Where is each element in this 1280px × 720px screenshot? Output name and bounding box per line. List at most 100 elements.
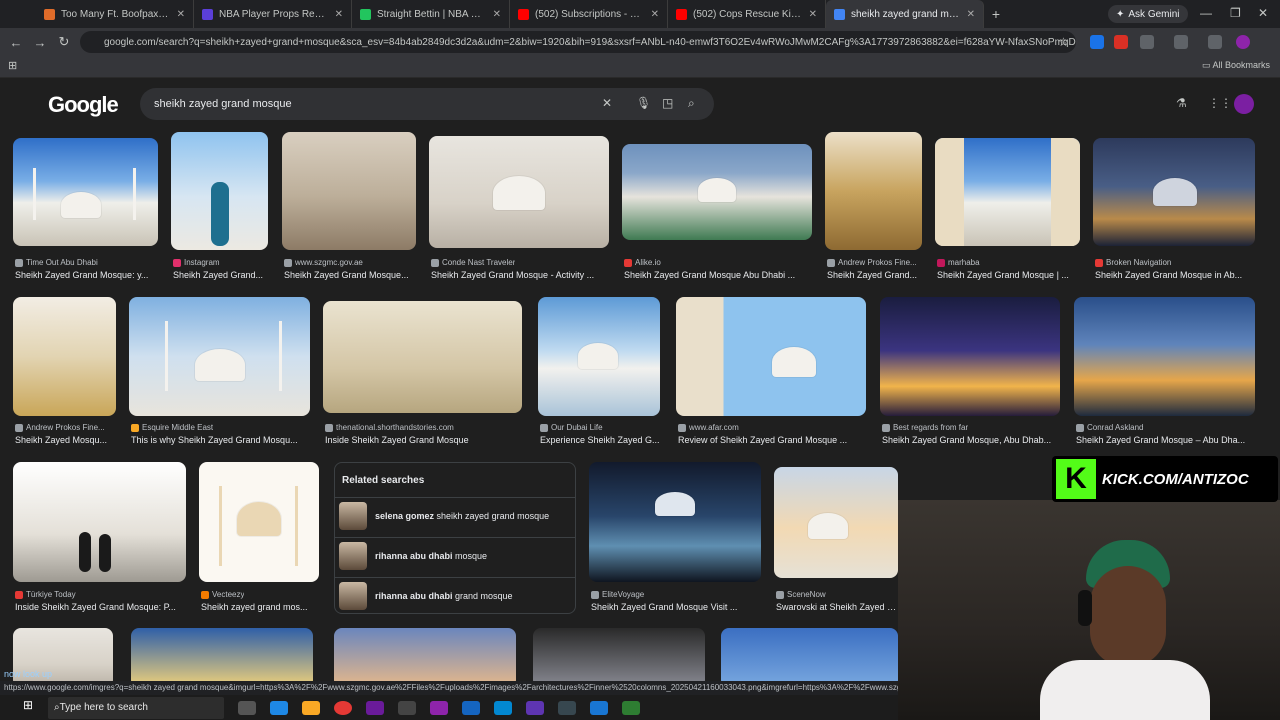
google-logo[interactable]: Google: [48, 92, 119, 118]
close-icon[interactable]: ✕: [177, 9, 185, 20]
image-result[interactable]: Alike.io Sheikh Zayed Grand Mosque Abu D…: [622, 144, 812, 284]
minimize-icon[interactable]: —: [1200, 6, 1212, 20]
close-window-icon[interactable]: ✕: [1258, 6, 1268, 20]
image-result[interactable]: Best regards from far Sheikh Zayed Grand…: [880, 297, 1060, 447]
result-thumbnail[interactable]: [676, 297, 866, 416]
result-caption[interactable]: This is why Sheikh Zayed Grand Mosqu...: [131, 435, 312, 445]
sidebar-icon[interactable]: [1174, 35, 1188, 49]
search-icon[interactable]: ⌕: [688, 96, 695, 111]
result-thumbnail[interactable]: [334, 628, 516, 688]
result-thumbnail[interactable]: [13, 462, 186, 582]
result-source[interactable]: www.afar.com: [678, 423, 739, 432]
result-thumbnail[interactable]: [13, 138, 158, 246]
result-caption[interactable]: Swarovski at Sheikh Zayed G...: [776, 602, 900, 612]
extension-icon[interactable]: [1090, 35, 1104, 49]
apps-icon[interactable]: ⊞: [8, 59, 17, 72]
result-thumbnail[interactable]: [622, 144, 812, 240]
result-thumbnail[interactable]: [533, 628, 705, 688]
result-caption[interactable]: Inside Sheikh Zayed Grand Mosque: [325, 435, 524, 445]
camera-icon[interactable]: ◳: [662, 96, 673, 110]
taskbar-search[interactable]: ⌕ Type here to search: [48, 696, 224, 719]
app-icon[interactable]: [494, 700, 512, 715]
clear-icon[interactable]: ✕: [602, 96, 612, 110]
image-result[interactable]: Türkiye Today Inside Sheikh Zayed Grand …: [13, 462, 186, 614]
result-thumbnail[interactable]: [935, 138, 1080, 246]
image-result[interactable]: SceneNow Swarovski at Sheikh Zayed G...: [774, 467, 900, 614]
download-icon[interactable]: [1208, 35, 1222, 49]
result-caption[interactable]: Sheikh Zayed Grand Mosque in Ab...: [1095, 270, 1257, 280]
result-source[interactable]: EliteVoyage: [591, 590, 644, 599]
app-icon[interactable]: [526, 700, 544, 715]
result-caption[interactable]: Sheikh Zayed Grand Mosque, Abu Dhab...: [882, 435, 1062, 445]
result-thumbnail[interactable]: [429, 136, 609, 248]
result-thumbnail[interactable]: [538, 297, 660, 416]
chrome-icon[interactable]: [334, 700, 352, 715]
windows-start-icon[interactable]: ⊞: [18, 698, 38, 718]
result-thumbnail[interactable]: [199, 462, 319, 582]
related-search-item[interactable]: selena gomez sheikh zayed grand mosque: [335, 497, 575, 533]
back-icon[interactable]: ←: [4, 35, 28, 50]
edge-icon[interactable]: [270, 700, 288, 715]
address-bar[interactable]: google.com/search?q=sheikh+zayed+grand+m…: [80, 31, 1076, 53]
result-thumbnail[interactable]: [129, 297, 310, 416]
result-source[interactable]: Time Out Abu Dhabi: [15, 258, 98, 267]
result-thumbnail[interactable]: [323, 301, 522, 413]
image-result[interactable]: Conrad Askland Sheikh Zayed Grand Mosque…: [1074, 297, 1255, 447]
result-source[interactable]: Esquire Middle East: [131, 423, 213, 432]
image-result[interactable]: www.szgmc.gov.ae Sheikh Zayed Grand Mosq…: [282, 132, 416, 284]
related-search-item[interactable]: rihanna abu dhabi mosque: [335, 537, 575, 573]
all-bookmarks[interactable]: ▭ All Bookmarks: [1202, 60, 1270, 71]
image-result[interactable]: Andrew Prokos Fine... Sheikh Zayed Mosqu…: [13, 297, 116, 447]
result-thumbnail[interactable]: [721, 628, 898, 688]
image-result[interactable]: Instagram Sheikh Zayed Grand...: [171, 132, 268, 284]
app-icon[interactable]: [366, 700, 384, 715]
microphone-icon[interactable]: 🎙: [636, 96, 651, 110]
result-source[interactable]: SceneNow: [776, 590, 826, 599]
search-input[interactable]: sheikh zayed grand mosque: [140, 88, 714, 120]
close-icon[interactable]: ✕: [967, 9, 975, 20]
result-thumbnail[interactable]: [825, 132, 922, 250]
result-caption[interactable]: Inside Sheikh Zayed Grand Mosque: P...: [15, 602, 188, 612]
result-source[interactable]: Our Dubai Life: [540, 423, 603, 432]
result-thumbnail[interactable]: [13, 297, 116, 416]
result-thumbnail[interactable]: [282, 132, 416, 250]
ask-gemini-button[interactable]: ✦ Ask Gemini: [1108, 5, 1188, 23]
image-result[interactable]: EliteVoyage Sheikh Zayed Grand Mosque Vi…: [589, 462, 761, 614]
result-caption[interactable]: Sheikh Zayed Grand Mosque | ...: [937, 270, 1082, 280]
image-result[interactable]: Conde Nast Traveler Sheikh Zayed Grand M…: [429, 136, 609, 284]
task-view-icon[interactable]: [238, 700, 256, 715]
result-caption[interactable]: Sheikh Zayed Grand Mosque Abu Dhabi ...: [624, 270, 814, 280]
result-source[interactable]: www.szgmc.gov.ae: [284, 258, 363, 267]
result-source[interactable]: marhaba: [937, 258, 980, 267]
close-icon[interactable]: ✕: [493, 9, 501, 20]
result-source[interactable]: Vecteezy: [201, 590, 244, 599]
browser-tab[interactable]: Too Many Ft. Boofpaxkmoo ✕: [36, 0, 194, 28]
result-thumbnail[interactable]: [1074, 297, 1255, 416]
result-caption[interactable]: Review of Sheikh Zayed Grand Mosque ...: [678, 435, 868, 445]
app-icon[interactable]: [622, 700, 640, 715]
result-caption[interactable]: Experience Sheikh Zayed G...: [540, 435, 662, 445]
related-search-item[interactable]: rihanna abu dhabi grand mosque: [335, 577, 575, 613]
profile-avatar[interactable]: [1236, 35, 1250, 49]
result-caption[interactable]: Sheikh Zayed Grand Mosque - Activity ...: [431, 270, 611, 280]
result-thumbnail[interactable]: [774, 467, 898, 578]
image-result[interactable]: Our Dubai Life Experience Sheikh Zayed G…: [538, 297, 660, 447]
browser-tab[interactable]: NBA Player Props Research | Pr ✕: [194, 0, 352, 28]
forward-icon[interactable]: →: [28, 35, 52, 50]
image-result[interactable]: thenational.shorthandstories.com Inside …: [323, 301, 522, 447]
close-icon[interactable]: ✕: [809, 9, 817, 20]
browser-tab[interactable]: (502) Subscriptions - YouTube ✕: [510, 0, 668, 28]
result-caption[interactable]: Sheikh Zayed Grand Mosque Visit ...: [591, 602, 763, 612]
app-icon[interactable]: [590, 700, 608, 715]
result-source[interactable]: Andrew Prokos Fine...: [827, 258, 917, 267]
result-thumbnail[interactable]: [131, 628, 313, 688]
image-result[interactable]: Esquire Middle East This is why Sheikh Z…: [129, 297, 310, 447]
labs-icon[interactable]: ⚗: [1176, 96, 1187, 110]
image-result[interactable]: Broken Navigation Sheikh Zayed Grand Mos…: [1093, 138, 1255, 284]
close-icon[interactable]: ✕: [651, 9, 659, 20]
result-source[interactable]: Best regards from far: [882, 423, 968, 432]
browser-tab[interactable]: Straight Bettin | NBA Player Pr ✕: [352, 0, 510, 28]
result-caption[interactable]: Sheikh Zayed Grand...: [827, 270, 924, 280]
puzzle-icon[interactable]: [1140, 35, 1154, 49]
result-caption[interactable]: Sheikh zayed grand mos...: [201, 602, 321, 612]
